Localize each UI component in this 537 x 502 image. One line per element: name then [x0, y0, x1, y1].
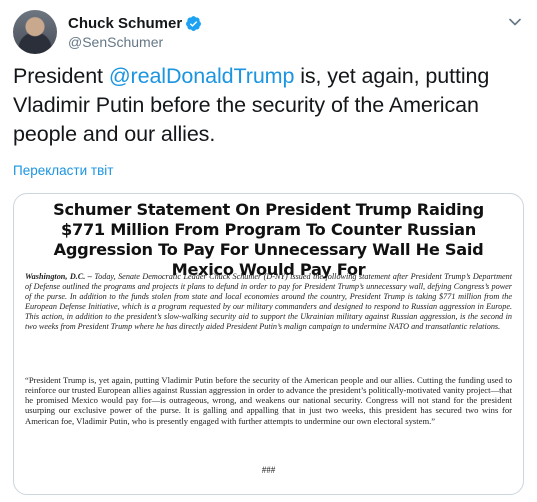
- statement-end-mark: ###: [261, 465, 276, 475]
- tweet-header: Chuck Schumer @SenSchumer: [13, 10, 525, 56]
- author-handle[interactable]: @SenSchumer: [68, 34, 163, 50]
- tweet-text-prefix: President: [13, 64, 109, 88]
- author-display-name[interactable]: Chuck Schumer: [68, 15, 182, 32]
- statement-title: Schumer Statement On President Trump Rai…: [53, 200, 484, 279]
- translate-tweet-link[interactable]: Перекласти твіт: [13, 163, 113, 178]
- tweet-text: President @realDonaldTrump is, yet again…: [13, 62, 513, 149]
- tweet: Chuck Schumer @SenSchumer President @rea…: [0, 0, 537, 502]
- statement-paragraph-1: Washington, D.C. – Today, Senate Democra…: [25, 272, 512, 332]
- mention-link[interactable]: @realDonaldTrump: [109, 64, 295, 88]
- statement-quote: “President Trump is, yet again, putting …: [25, 375, 512, 426]
- attached-statement-image[interactable]: Schumer Statement On President Trump Rai…: [13, 193, 524, 495]
- chevron-down-icon: [509, 18, 521, 26]
- statement-dateline: Washington, D.C. –: [25, 272, 92, 281]
- author-name-row[interactable]: Chuck Schumer: [68, 15, 202, 32]
- statement-paragraph-1-text: Today, Senate Democratic Leader Chuck Sc…: [25, 272, 512, 332]
- verified-badge-icon: [185, 15, 202, 32]
- tweet-menu-button[interactable]: [505, 12, 525, 32]
- avatar[interactable]: [13, 10, 57, 54]
